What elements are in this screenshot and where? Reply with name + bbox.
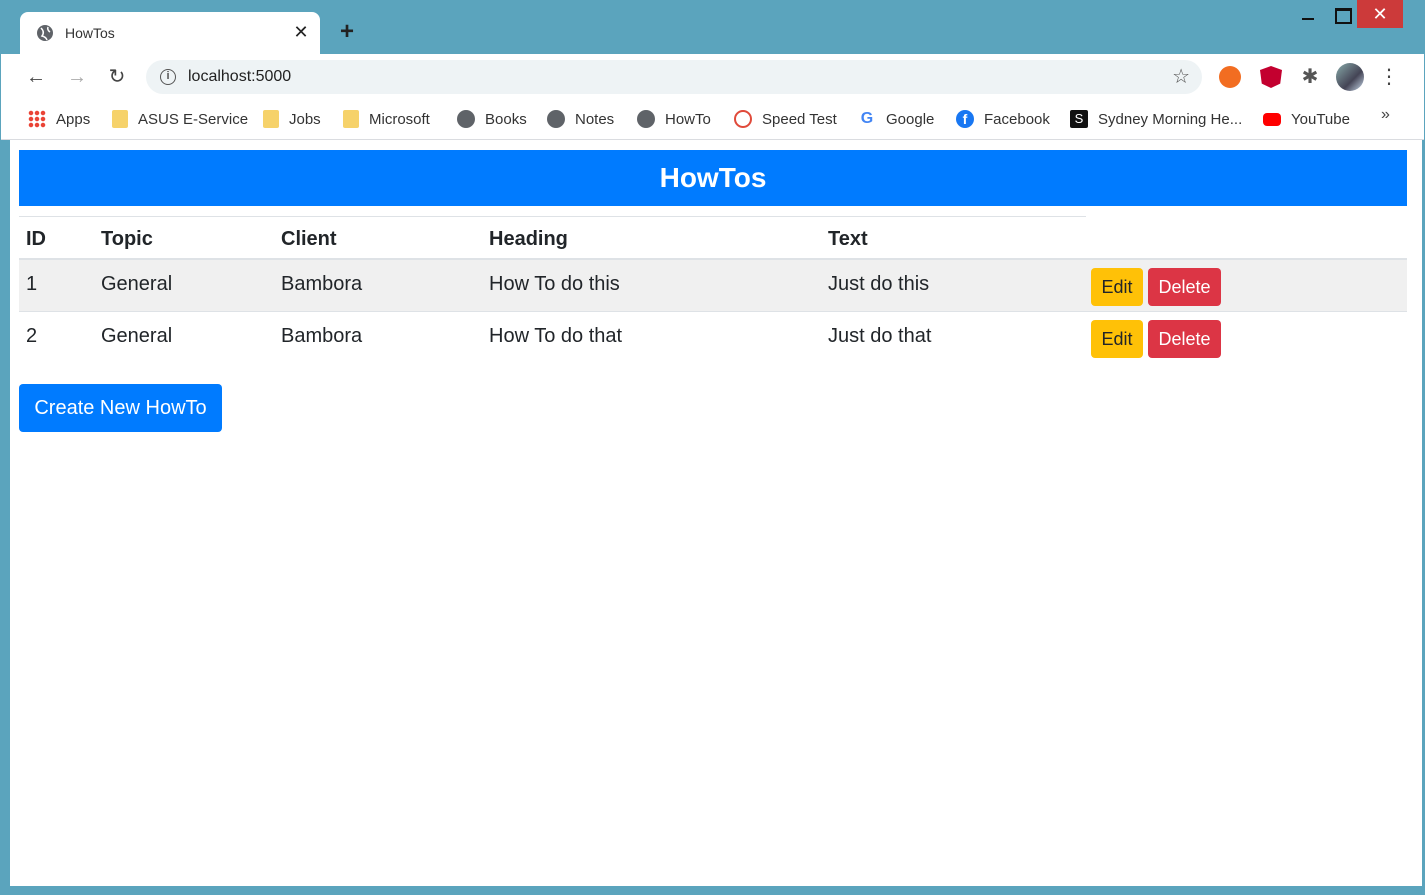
maximize-button[interactable]	[1328, 0, 1358, 30]
delete-button[interactable]: Delete	[1148, 320, 1221, 358]
cell-topic: General	[101, 273, 173, 295]
page-viewport: HowTos ID Topic Client Heading Text 1 Ge…	[10, 140, 1422, 886]
minimize-button[interactable]	[1288, 0, 1328, 30]
star-icon[interactable]: ☆	[1172, 65, 1190, 89]
window-close-button[interactable]: ✕	[1357, 0, 1403, 28]
google-icon: G	[860, 110, 874, 127]
globe-icon	[637, 110, 655, 128]
folder-icon	[343, 110, 359, 128]
more-vert-icon[interactable]: ⋮	[1379, 63, 1399, 91]
folder-icon	[112, 110, 128, 128]
column-header-topic: Topic	[101, 228, 153, 250]
facebook-icon: f	[956, 110, 974, 128]
edit-button[interactable]: Edit	[1091, 268, 1143, 306]
cell-text: Just do that	[828, 325, 932, 347]
cell-heading: How To do that	[489, 325, 623, 347]
bookmark-smh[interactable]: S Sydney Morning He...	[1070, 108, 1242, 130]
column-header-client: Client	[281, 228, 337, 250]
forward-arrow-icon[interactable]: →	[64, 64, 90, 90]
folder-icon	[263, 110, 279, 128]
bookmark-books[interactable]: Books	[457, 108, 527, 130]
address-bar[interactable]: i localhost:5000 ☆	[146, 60, 1202, 94]
back-arrow-icon[interactable]: ←	[23, 64, 49, 90]
speedometer-icon	[734, 110, 752, 128]
cell-id: 1	[26, 273, 38, 295]
close-icon[interactable]: ✕	[290, 21, 312, 43]
window-bottom-edge	[0, 886, 1425, 895]
column-header-id: ID	[26, 228, 46, 250]
table-row: 1 General Bambora How To do this Just do…	[19, 260, 1407, 312]
cell-client: Bambora	[281, 325, 363, 347]
column-header-text: Text	[828, 228, 868, 250]
bookmark-youtube[interactable]: YouTube	[1263, 108, 1350, 130]
create-new-howto-button[interactable]: Create New HowTo	[19, 384, 222, 432]
globe-icon	[547, 110, 565, 128]
bookmark-notes[interactable]: Notes	[547, 108, 614, 130]
bookmarks-overflow-button[interactable]: »	[1381, 106, 1390, 124]
page-title: HowTos	[19, 150, 1407, 206]
bookmark-google[interactable]: G Google	[858, 108, 935, 130]
bookmark-facebook[interactable]: f Facebook	[956, 108, 1050, 130]
cell-id: 2	[26, 325, 38, 347]
url-text[interactable]: localhost:5000	[188, 68, 291, 86]
globe-icon	[37, 25, 53, 41]
bookmark-jobs[interactable]: Jobs	[263, 108, 321, 130]
apps-grid-icon	[28, 110, 46, 128]
cell-topic: General	[101, 325, 173, 347]
globe-icon	[457, 110, 475, 128]
youtube-icon	[1263, 112, 1281, 126]
edit-button[interactable]: Edit	[1091, 320, 1143, 358]
delete-button[interactable]: Delete	[1148, 268, 1221, 306]
cell-client: Bambora	[281, 273, 363, 295]
browser-toolbar: ← → ↻ i localhost:5000 ☆ ✱ ⋮	[1, 54, 1424, 100]
profile-avatar[interactable]	[1336, 63, 1364, 91]
tab-title: HowTos	[65, 25, 115, 41]
bookmark-asus[interactable]: ASUS E-Service	[112, 108, 248, 130]
table-header: ID Topic Client Heading Text	[19, 217, 1407, 260]
new-tab-button[interactable]: +	[335, 19, 359, 45]
info-icon[interactable]: i	[160, 69, 176, 85]
cell-heading: How To do this	[489, 273, 620, 295]
puzzle-icon[interactable]: ✱	[1299, 66, 1321, 88]
column-header-heading: Heading	[489, 228, 568, 250]
bookmarks-bar: Apps ASUS E-Service Jobs Microsoft Books…	[1, 100, 1424, 140]
table-row: 2 General Bambora How To do that Just do…	[19, 312, 1407, 364]
bookmark-apps[interactable]: Apps	[28, 108, 90, 130]
bookmark-speed-test[interactable]: Speed Test	[734, 108, 837, 130]
browser-tab[interactable]: HowTos ✕	[20, 12, 320, 54]
smh-icon: S	[1070, 110, 1088, 128]
bookmark-microsoft[interactable]: Microsoft	[343, 108, 430, 130]
title-bar: HowTos ✕ + ✕	[1, 0, 1424, 54]
extension-icon[interactable]	[1219, 66, 1241, 88]
bookmark-howto[interactable]: HowTo	[637, 108, 711, 130]
angular-icon[interactable]	[1260, 66, 1282, 88]
reload-icon[interactable]: ↻	[104, 64, 130, 90]
cell-text: Just do this	[828, 273, 930, 295]
